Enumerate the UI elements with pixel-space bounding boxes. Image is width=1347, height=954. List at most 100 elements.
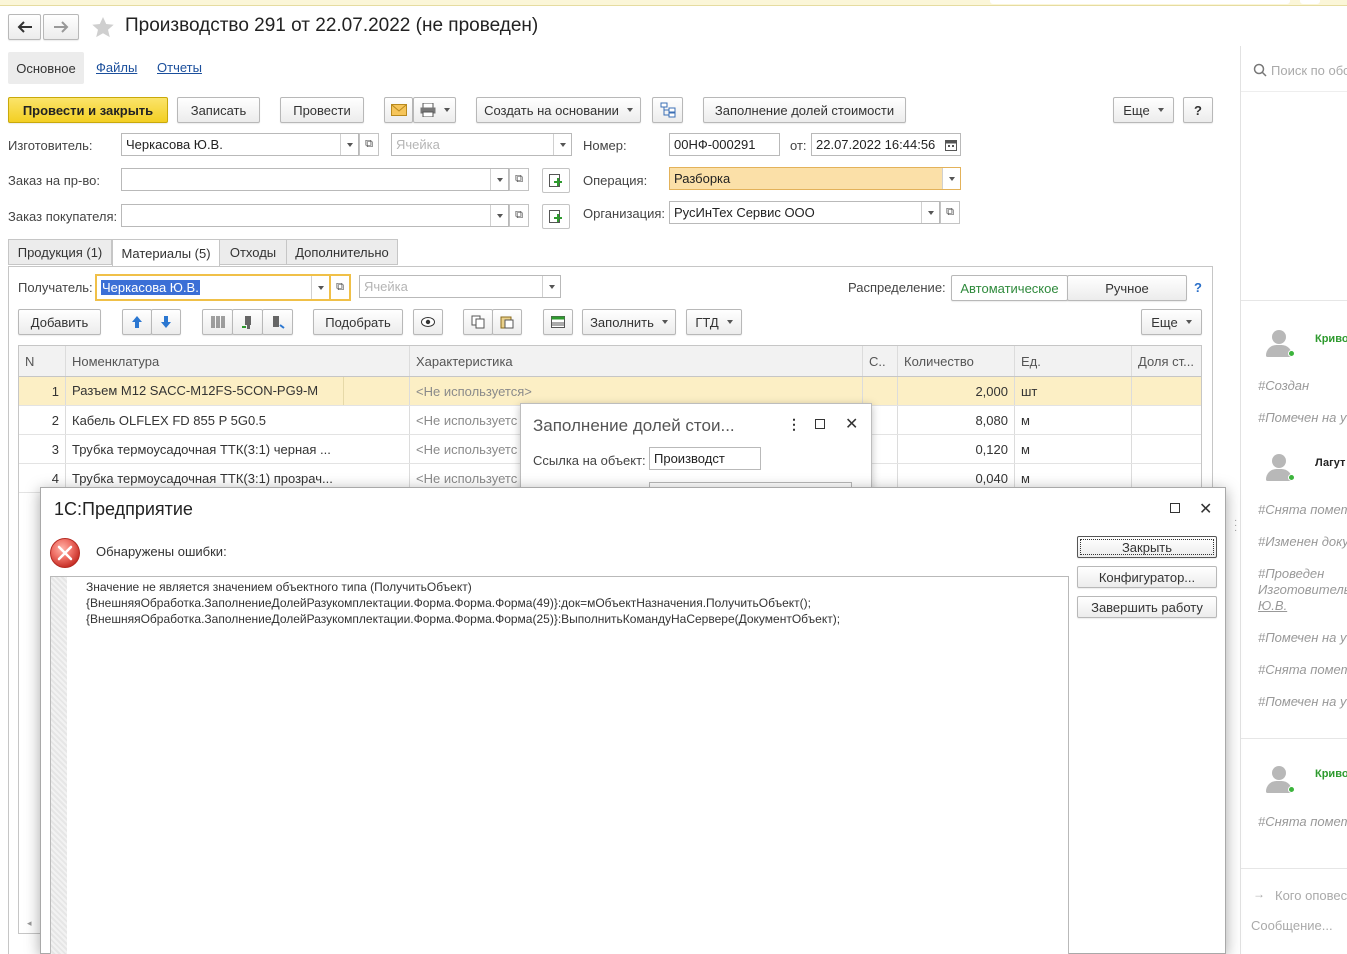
forward-button[interactable] — [43, 14, 79, 40]
distribution-manual-button[interactable]: Ручное — [1067, 275, 1187, 301]
gtd-button[interactable]: ГТД — [686, 309, 742, 335]
user-name[interactable]: Криво — [1315, 333, 1347, 345]
configurator-button[interactable]: Конфигуратор... — [1077, 566, 1217, 588]
scanner-button[interactable] — [232, 309, 263, 335]
error-details-box[interactable]: Значение не является значением объектног… — [50, 576, 1069, 954]
barcode-button[interactable] — [202, 309, 233, 335]
dropdown-icon[interactable] — [921, 202, 939, 223]
col-characteristic[interactable]: Характеристика — [410, 346, 863, 376]
email-button[interactable] — [384, 97, 413, 123]
view-button[interactable] — [413, 309, 443, 335]
close-icon[interactable]: ✕ — [1199, 499, 1212, 519]
manufacturer-cell-field[interactable]: Ячейка — [391, 133, 572, 156]
col-n[interactable]: N — [19, 346, 66, 376]
finish-work-button[interactable]: Завершить работу — [1077, 596, 1217, 618]
organization-field[interactable]: РусИнТех Сервис ООО — [669, 201, 940, 224]
hierarchy-icon — [660, 102, 675, 118]
search-input[interactable]: Поиск по обс — [1271, 63, 1347, 78]
ref-field[interactable]: Производст — [649, 447, 761, 470]
customer-order-field[interactable] — [121, 204, 509, 227]
maximize-icon[interactable] — [1170, 503, 1180, 513]
user-name[interactable]: Криво — [1315, 768, 1347, 780]
cell-qty: 0,120 — [898, 435, 1015, 463]
distribution-auto-button[interactable]: Автоматическое — [951, 275, 1068, 301]
dropdown-icon[interactable] — [311, 276, 329, 299]
open-icon[interactable]: ⧉ — [359, 133, 379, 156]
recipient-cell-field[interactable]: Ячейка — [359, 275, 561, 298]
help-link[interactable]: ? — [1194, 280, 1202, 295]
recipient-field[interactable]: Черкасова Ю.В. — [95, 274, 331, 301]
more-button[interactable]: Еще — [1113, 97, 1174, 123]
dropdown-icon[interactable] — [490, 169, 508, 190]
structure-button[interactable] — [652, 97, 683, 123]
user-name[interactable]: Лагут — [1315, 457, 1345, 469]
fill-button[interactable]: Заполнить — [582, 309, 676, 335]
col-quantity[interactable]: Количество — [898, 346, 1015, 376]
open-icon[interactable]: ⧉ — [509, 204, 529, 227]
data-collection-button[interactable] — [262, 309, 293, 335]
col-share[interactable]: Доля ст... — [1132, 346, 1201, 376]
dropdown-icon[interactable] — [942, 168, 960, 189]
table-more-button[interactable]: Еще — [1141, 309, 1202, 335]
table-header: N Номенклатура Характеристика С.. Количе… — [19, 346, 1201, 377]
post-and-close-button[interactable]: Провести и закрыть — [8, 97, 168, 123]
menu-dots-icon[interactable]: ⋮ — [787, 416, 801, 433]
close-button[interactable]: Закрыть — [1077, 536, 1217, 558]
paste-button[interactable] — [492, 309, 522, 335]
move-up-button[interactable] — [122, 309, 152, 335]
create-based-on-button[interactable]: Создать на основании — [476, 97, 641, 123]
dropdown-icon[interactable] — [490, 205, 508, 226]
operation-field[interactable]: Разборка — [669, 167, 961, 190]
col-s[interactable]: С.. — [863, 346, 898, 376]
tab-waste[interactable]: Отходы — [219, 239, 287, 265]
error-dialog-title: 1С:Предприятие — [54, 499, 193, 519]
copy-button[interactable] — [463, 309, 493, 335]
search-icon[interactable] — [1253, 63, 1267, 77]
tab-main[interactable]: Основное — [8, 52, 84, 84]
table-row[interactable]: 1 Разъем M12 SACC-M12FS-5CON-PG9-M <Не и… — [19, 377, 1201, 406]
error-dialog: 1С:Предприятие ✕ Обнаружены ошибки: Знач… — [40, 487, 1226, 954]
col-nomenclature[interactable]: Номенклатура — [66, 346, 410, 376]
splitter-handle[interactable]: · · · — [1234, 516, 1237, 536]
dropdown-icon[interactable] — [553, 134, 571, 155]
tab-reports[interactable]: Отчеты — [157, 60, 202, 75]
maximize-icon[interactable] — [815, 419, 825, 429]
tab-additional[interactable]: Дополнительно — [286, 239, 398, 265]
close-icon[interactable]: ✕ — [845, 414, 858, 434]
fill-cost-shares-button[interactable]: Заполнение долей стоимости — [703, 97, 906, 123]
notify-input[interactable]: Кого оповес — [1275, 888, 1347, 903]
col-unit[interactable]: Ед. — [1015, 346, 1132, 376]
event-item-link[interactable]: Ю.В. — [1258, 598, 1287, 613]
order-field[interactable] — [121, 168, 509, 191]
star-icon[interactable] — [91, 16, 115, 38]
post-button[interactable]: Провести — [280, 97, 364, 123]
cell-share — [1132, 377, 1201, 405]
scroll-left-icon[interactable]: ◂ — [27, 918, 32, 929]
dropdown-icon[interactable] — [542, 276, 560, 297]
open-icon[interactable]: ⧉ — [331, 274, 351, 301]
calendar-icon[interactable] — [945, 139, 957, 151]
dropdown-icon[interactable] — [340, 134, 358, 155]
table-settings-button[interactable] — [543, 309, 573, 335]
number-field[interactable]: 00НФ-000291 — [669, 133, 780, 156]
open-icon[interactable]: ⧉ — [509, 168, 529, 191]
create-order-button[interactable] — [542, 168, 570, 193]
add-row-button[interactable]: Добавить — [18, 309, 101, 335]
help-button[interactable]: ? — [1183, 97, 1213, 123]
pick-button[interactable]: Подобрать — [313, 309, 403, 335]
create-customer-order-button[interactable] — [542, 204, 570, 229]
open-icon[interactable]: ⧉ — [940, 201, 960, 224]
tab-materials[interactable]: Материалы (5) — [112, 239, 220, 267]
discussion-panel: Поиск по обс Криво #Создан #Помечен на у… — [1240, 46, 1347, 954]
manufacturer-field[interactable]: Черкасова Ю.В. — [121, 133, 359, 156]
organization-value: РусИнТех Сервис ООО — [674, 205, 815, 220]
print-button[interactable] — [413, 97, 456, 123]
save-button[interactable]: Записать — [177, 97, 260, 123]
message-input[interactable]: Сообщение... — [1251, 918, 1333, 933]
tab-products[interactable]: Продукция (1) — [8, 239, 112, 265]
back-button[interactable] — [8, 14, 41, 40]
cell-s — [863, 377, 898, 405]
move-down-button[interactable] — [151, 309, 181, 335]
tab-files[interactable]: Файлы — [96, 60, 137, 75]
date-field[interactable]: 22.07.2022 16:44:56 — [811, 133, 961, 156]
